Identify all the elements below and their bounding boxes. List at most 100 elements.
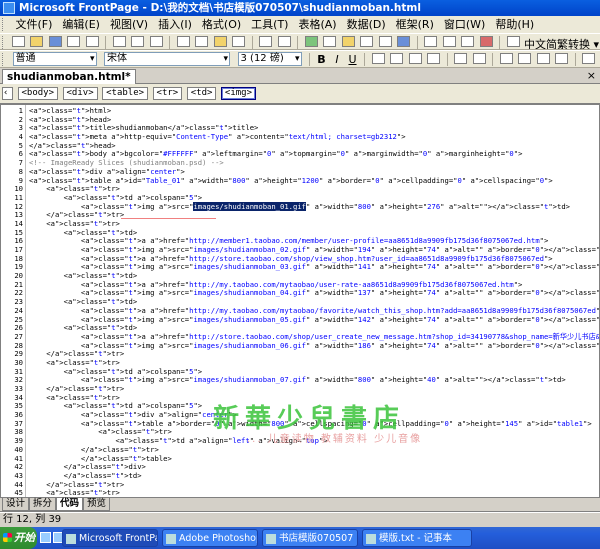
folder-icon: [266, 534, 276, 544]
watermark-subtitle: ... 儿童读物 教辅资料 少儿音像: [247, 434, 423, 445]
hyperlink-icon[interactable]: [397, 36, 410, 47]
show-desktop-icon[interactable]: [40, 532, 51, 543]
toolbar-separator: [251, 36, 253, 49]
menu-help[interactable]: 帮助(H): [490, 16, 539, 33]
cut-icon[interactable]: [176, 36, 190, 47]
style-dropdown[interactable]: 普通: [12, 52, 97, 66]
tab-design[interactable]: 设计: [2, 498, 30, 511]
code-editor[interactable]: 1 <a">class="t">html> 2 <a">class="t">head>…: [0, 104, 600, 498]
notepad-icon: [366, 534, 376, 544]
cursor-position: 行 12, 列 39: [3, 514, 62, 525]
increase-font-icon[interactable]: [454, 53, 467, 64]
tag-img[interactable]: <img>: [220, 87, 257, 100]
borders-icon[interactable]: [582, 53, 595, 64]
tag-tr[interactable]: <tr>: [152, 87, 183, 100]
code-line[interactable]: 45 <a">class="t">tr>: [1, 488, 599, 498]
print-icon[interactable]: [112, 36, 126, 47]
title-bar: Microsoft FrontPage - D:\我的文档\书店模版070507…: [0, 0, 600, 16]
align-center-icon[interactable]: [390, 53, 403, 64]
status-bar: 行 12, 列 39: [0, 512, 600, 527]
bullets-icon[interactable]: [518, 53, 531, 64]
redo-icon[interactable]: [277, 36, 291, 47]
tag-td[interactable]: <td>: [186, 87, 217, 100]
new-page-icon[interactable]: [11, 36, 25, 47]
drawing-icon[interactable]: [360, 36, 373, 47]
undo-icon[interactable]: [259, 36, 272, 47]
stop-icon[interactable]: [442, 36, 456, 47]
menu-bar: 文件(F) 编辑(E) 视图(V) 插入(I) 格式(O) 工具(T) 表格(A) 数据(D)…: [0, 16, 600, 33]
increase-indent-icon[interactable]: [555, 53, 568, 64]
close-document-icon[interactable]: ×: [587, 69, 596, 82]
line-number: 45: [14, 488, 23, 498]
toolbar-separator: [364, 53, 365, 66]
quick-tag-selector: ‹ <body> <div> <table> <tr> <td> <img>: [0, 84, 600, 104]
toolbar-separator: [416, 36, 418, 49]
menu-insert[interactable]: 插入(I): [153, 16, 197, 33]
preview-browser-icon[interactable]: [131, 36, 144, 47]
taskbar-item-notepad[interactable]: 模版.txt - 记事本: [362, 529, 472, 547]
tab-split[interactable]: 拆分: [29, 498, 57, 511]
menu-window[interactable]: 窗口(W): [439, 16, 490, 33]
insert-picture-icon[interactable]: [341, 36, 355, 47]
save-icon[interactable]: [48, 36, 62, 47]
align-right-icon[interactable]: [408, 53, 422, 64]
start-button[interactable]: 开始: [0, 527, 37, 549]
align-left-icon[interactable]: [371, 53, 385, 64]
insert-layer-icon[interactable]: [378, 36, 392, 47]
tag-table[interactable]: <table>: [102, 87, 149, 100]
menu-tools[interactable]: 工具(T): [246, 16, 293, 33]
help-icon[interactable]: [479, 36, 493, 47]
publish-icon[interactable]: [67, 36, 80, 47]
paste-icon[interactable]: [213, 36, 227, 47]
chinese-convert-button[interactable]: 中文简繁转换 ▾: [524, 36, 599, 49]
menu-data[interactable]: 数据(D): [342, 16, 391, 33]
menu-table[interactable]: 表格(A): [293, 16, 341, 33]
copy-icon[interactable]: [195, 36, 208, 47]
frontpage-icon: [66, 534, 76, 544]
toolbar-grip-icon: [2, 18, 5, 31]
tab-preview[interactable]: 预览: [83, 498, 111, 511]
menu-file[interactable]: 文件(F): [11, 16, 58, 33]
toolbar-separator: [169, 36, 170, 49]
view-tabs: 设计 拆分 代码 预览: [0, 498, 600, 512]
format-painter-icon[interactable]: [232, 36, 245, 47]
toggle-pane-icon[interactable]: [85, 36, 99, 47]
font-dropdown[interactable]: 宋体: [104, 52, 230, 66]
toolbar-grip-icon: [2, 53, 5, 66]
tag-div[interactable]: <div>: [62, 87, 98, 100]
menu-frames[interactable]: 框架(R): [391, 16, 439, 33]
toolbar-separator: [574, 53, 576, 66]
tab-code[interactable]: 代码: [56, 498, 84, 511]
menu-edit[interactable]: 编辑(E): [57, 16, 105, 33]
document-tab[interactable]: shudianmoban.html*: [2, 69, 136, 84]
code-text: <a">class="t">tr>: [29, 488, 120, 498]
menu-view[interactable]: 视图(V): [105, 16, 153, 33]
toolbar-separator: [309, 53, 310, 66]
web-component-icon[interactable]: [304, 36, 318, 47]
decrease-indent-icon[interactable]: [536, 53, 550, 64]
spelling-icon[interactable]: [149, 36, 163, 47]
selection-underline: [121, 218, 216, 219]
photoshop-icon: [166, 534, 176, 544]
tag-body[interactable]: <body>: [17, 87, 59, 100]
insert-table-icon[interactable]: [323, 36, 336, 47]
document-tab-bar: shudianmoban.html* ×: [0, 68, 600, 84]
bold-button[interactable]: B: [316, 53, 328, 66]
italic-button[interactable]: I: [331, 53, 343, 66]
window-title: Microsoft FrontPage - D:\我的文档\书店模版070507…: [19, 2, 421, 14]
tag-scroll-left-icon[interactable]: ‹: [2, 87, 13, 100]
open-folder-icon[interactable]: [30, 36, 43, 47]
show-all-icon[interactable]: [461, 36, 474, 47]
taskbar-item-folder[interactable]: 书店模版070507: [262, 529, 358, 547]
decrease-font-icon[interactable]: [472, 53, 486, 64]
taskbar-item-frontpage[interactable]: Microsoft FrontPage...: [62, 529, 158, 547]
chinese-convert-icon[interactable]: [506, 36, 520, 47]
justify-icon[interactable]: [427, 53, 440, 64]
refresh-icon[interactable]: [424, 36, 437, 47]
numbering-icon[interactable]: [499, 53, 513, 64]
underline-button[interactable]: U: [347, 53, 359, 66]
taskbar-item-photoshop[interactable]: Adobe Photoshop: [162, 529, 258, 547]
font-size-dropdown[interactable]: 3 (12 磅): [237, 52, 302, 66]
frontpage-app-icon: [3, 2, 15, 14]
menu-format[interactable]: 格式(O): [197, 16, 246, 33]
